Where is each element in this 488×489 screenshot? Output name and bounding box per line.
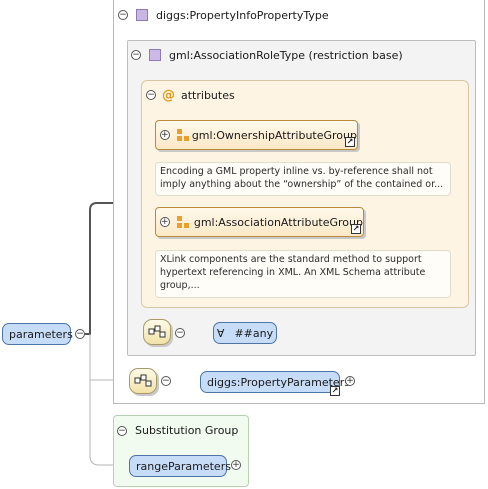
child-element-property-parameters[interactable]: diggs:PropertyParameters ↗ [200, 371, 350, 396]
any-label: ##any [234, 326, 274, 340]
restriction-base-name: gml:AssociationRoleType (restriction bas… [169, 48, 403, 62]
sequence-glyph-icon [148, 325, 166, 338]
any-symbol: ∀ [216, 326, 225, 340]
attribute-group-association[interactable]: + gml:AssociationAttributeGroup ↗ [155, 207, 364, 237]
complex-type-icon [136, 9, 148, 21]
sequence-glyph-icon [134, 374, 152, 387]
substitution-group-header: − Substitution Group [117, 424, 238, 437]
collapse-compositor-toggle[interactable]: − [175, 328, 185, 338]
expand-child-toggle[interactable]: + [345, 376, 355, 386]
collapse-base-toggle[interactable]: − [131, 50, 141, 60]
base-type-icon [149, 49, 161, 61]
collapse-element-toggle[interactable]: − [75, 329, 85, 339]
attribute-group-icon [176, 216, 189, 228]
collapse-compositor-toggle[interactable]: − [161, 376, 171, 386]
element-name: parameters [9, 327, 73, 341]
complex-type-header: − diggs:PropertyInfoPropertyType [118, 6, 329, 24]
restriction-base-header: − gml:AssociationRoleType (restriction b… [131, 46, 403, 64]
attribute-at-icon: @ [162, 87, 175, 103]
child-element-name: diggs:PropertyParameters [207, 375, 350, 389]
complex-type-name: diggs:PropertyInfoPropertyType [156, 8, 329, 22]
substitution-member-range-parameters[interactable]: rangeParameters [129, 455, 231, 477]
substitution-member-name: rangeParameters [136, 459, 231, 473]
attribute-group-ownership[interactable]: + gml:OwnershipAttributeGroup ↗ [155, 120, 358, 150]
expand-attribute-group-toggle[interactable]: + [160, 217, 170, 227]
collapse-type-toggle[interactable]: − [118, 10, 128, 20]
expand-substitution-member-toggle[interactable]: + [231, 460, 241, 470]
attribute-group-documentation: Encoding a GML property inline vs. by-re… [155, 162, 451, 196]
expand-attribute-group-toggle[interactable]: + [160, 130, 170, 140]
reference-arrow-icon[interactable]: ↗ [330, 386, 340, 396]
collapse-attributes-toggle[interactable]: − [146, 90, 156, 100]
attribute-group-name: gml:OwnershipAttributeGroup [191, 128, 357, 142]
substitution-group-label: Substitution Group [135, 424, 239, 437]
attributes-label: attributes [181, 88, 235, 102]
collapse-substitution-toggle[interactable]: − [117, 425, 127, 436]
root-element-parameters[interactable]: parameters [2, 323, 73, 345]
sequence-compositor-icon[interactable] [129, 368, 157, 394]
reference-arrow-icon[interactable]: ↗ [345, 137, 355, 147]
any-element-wildcard[interactable]: ∀ ##any [213, 322, 277, 344]
attribute-group-name: gml:AssociationAttributeGroup [193, 215, 363, 229]
attribute-group-icon [176, 129, 189, 141]
attribute-group-documentation: XLink components are the standard method… [155, 250, 451, 298]
reference-arrow-icon[interactable]: ↗ [351, 224, 361, 234]
attributes-header: − @ attributes [146, 86, 235, 104]
sequence-compositor-icon[interactable] [143, 319, 171, 345]
